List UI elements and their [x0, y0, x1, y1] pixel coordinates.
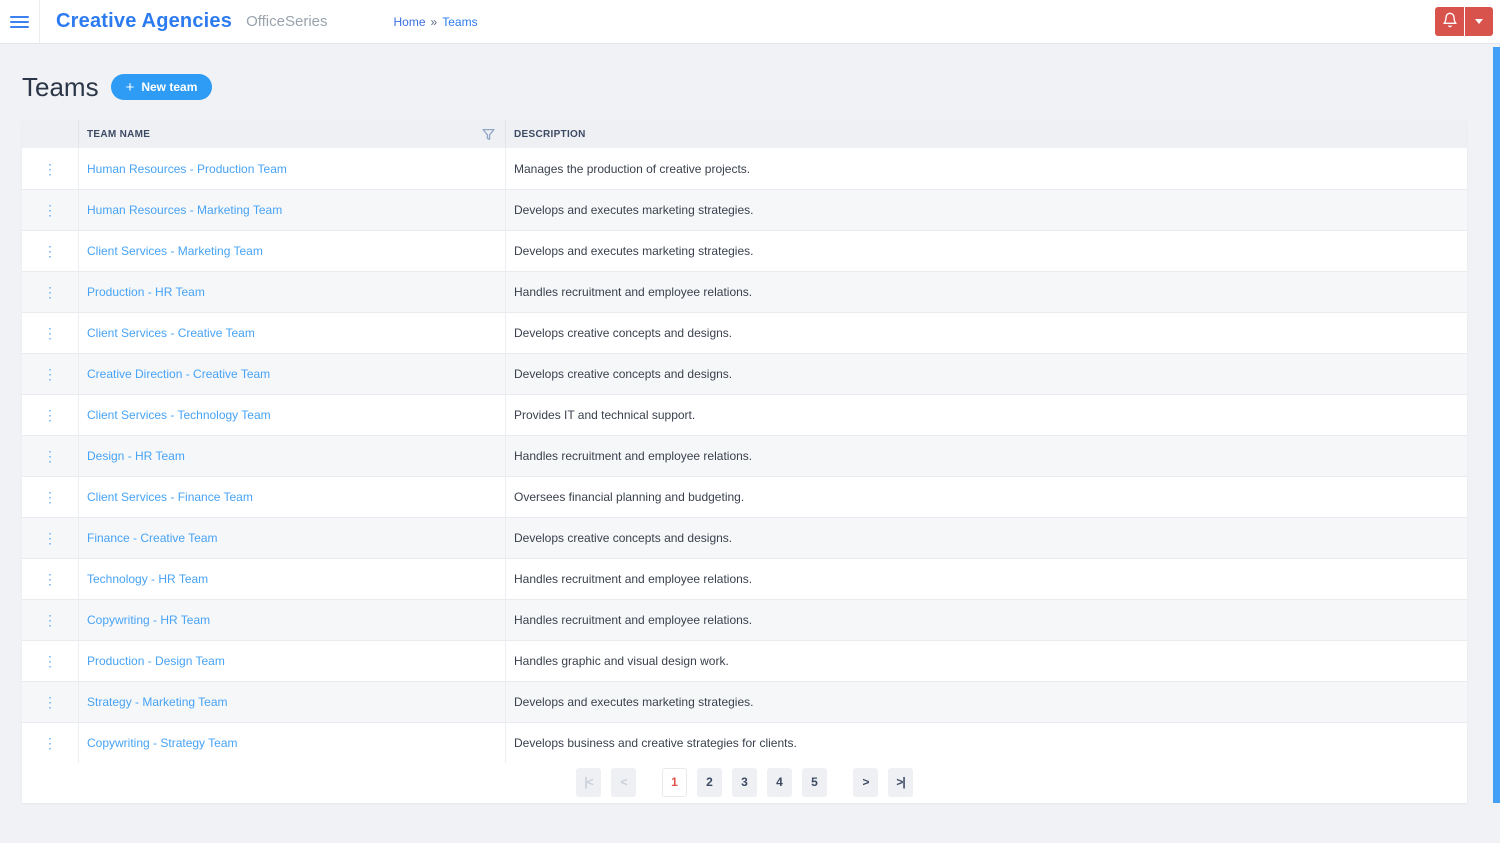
actions-column-header — [22, 120, 79, 148]
table-row[interactable]: ⋮ Human Resources - Production Team Mana… — [22, 148, 1467, 189]
table-row[interactable]: ⋮ Finance - Creative Team Develops creat… — [22, 517, 1467, 558]
team-description: Handles recruitment and employee relatio… — [514, 449, 753, 463]
row-kebab-menu-icon[interactable]: ⋮ — [35, 527, 65, 549]
product-name: OfficeSeries — [246, 13, 328, 30]
row-kebab-menu-icon[interactable]: ⋮ — [35, 281, 65, 303]
team-description: Develops creative concepts and designs. — [514, 367, 733, 381]
table-header-row: TEAM NAME DESCRIPTION — [22, 120, 1467, 148]
table-row[interactable]: ⋮ Copywriting - HR Team Handles recruitm… — [22, 599, 1467, 640]
scrollbar-thumb[interactable] — [1493, 47, 1500, 803]
team-name-link[interactable]: Design - HR Team — [87, 449, 185, 463]
team-description: Handles graphic and visual design work. — [514, 654, 729, 668]
row-kebab-menu-icon[interactable]: ⋮ — [35, 199, 65, 221]
notifications-button[interactable] — [1435, 7, 1464, 36]
team-description: Develops and executes marketing strategi… — [514, 244, 754, 258]
table-row[interactable]: ⋮ Client Services - Creative Team Develo… — [22, 312, 1467, 353]
pagination-prev-button[interactable]: < — [611, 767, 636, 797]
table-row[interactable]: ⋮ Production - HR Team Handles recruitme… — [22, 271, 1467, 312]
table-body: ⋮ Human Resources - Production Team Mana… — [22, 148, 1467, 763]
table-row[interactable]: ⋮ Creative Direction - Creative Team Dev… — [22, 353, 1467, 394]
table-row[interactable]: ⋮ Design - HR Team Handles recruitment a… — [22, 435, 1467, 476]
pagination-first-button[interactable]: |< — [576, 767, 601, 797]
bell-icon — [1442, 12, 1458, 31]
team-name-link[interactable]: Client Services - Marketing Team — [87, 244, 263, 258]
team-description: Develops business and creative strategie… — [514, 736, 797, 750]
pagination-page-button-5[interactable]: 5 — [802, 767, 827, 797]
row-kebab-menu-icon[interactable]: ⋮ — [35, 322, 65, 344]
team-description: Develops creative concepts and designs. — [514, 531, 733, 545]
chevron-down-icon — [1475, 19, 1483, 24]
team-name-link[interactable]: Strategy - Marketing Team — [87, 695, 228, 709]
scrollbar-track[interactable] — [1493, 45, 1500, 843]
pagination-next-button[interactable]: > — [853, 767, 878, 797]
row-kebab-menu-icon[interactable]: ⋮ — [35, 158, 65, 180]
team-description: Develops and executes marketing strategi… — [514, 203, 754, 217]
team-description: Manages the production of creative proje… — [514, 161, 751, 176]
filter-icon[interactable] — [482, 128, 495, 141]
row-kebab-menu-icon[interactable]: ⋮ — [35, 404, 65, 426]
team-name-column-header[interactable]: TEAM NAME — [79, 120, 506, 148]
pagination-last-button[interactable]: >| — [888, 767, 913, 797]
row-kebab-menu-icon[interactable]: ⋮ — [35, 568, 65, 590]
top-bar: Creative Agencies OfficeSeries Home » Te… — [0, 0, 1500, 44]
team-description: Handles recruitment and employee relatio… — [514, 285, 753, 299]
table-row[interactable]: ⋮ Strategy - Marketing Team Develops and… — [22, 681, 1467, 722]
team-name-link[interactable]: Client Services - Finance Team — [87, 490, 253, 504]
table-row[interactable]: ⋮ Client Services - Finance Team Oversee… — [22, 476, 1467, 517]
team-name-link[interactable]: Copywriting - HR Team — [87, 613, 210, 627]
row-kebab-menu-icon[interactable]: ⋮ — [35, 240, 65, 262]
pagination-page-button-4[interactable]: 4 — [767, 767, 792, 797]
team-description: Oversees financial planning and budgetin… — [514, 490, 745, 504]
table-row[interactable]: ⋮ Client Services - Marketing Team Devel… — [22, 230, 1467, 271]
team-name-link[interactable]: Client Services - Creative Team — [87, 326, 255, 340]
row-kebab-menu-icon[interactable]: ⋮ — [35, 650, 65, 672]
table-row[interactable]: ⋮ Copywriting - Strategy Team Develops b… — [22, 722, 1467, 763]
table-row[interactable]: ⋮ Production - Design Team Handles graph… — [22, 640, 1467, 681]
team-name-link[interactable]: Client Services - Technology Team — [87, 408, 271, 422]
table-row[interactable]: ⋮ Human Resources - Marketing Team Devel… — [22, 189, 1467, 230]
row-kebab-menu-icon[interactable]: ⋮ — [35, 609, 65, 631]
team-name-link[interactable]: Technology - HR Team — [87, 572, 208, 586]
pagination: |< < 12345 > >| — [22, 763, 1467, 803]
team-description: Handles recruitment and employee relatio… — [514, 572, 753, 586]
team-name-link[interactable]: Creative Direction - Creative Team — [87, 367, 270, 381]
pagination-page-button-1[interactable]: 1 — [662, 767, 687, 797]
team-name-link[interactable]: Human Resources - Marketing Team — [87, 203, 282, 217]
breadcrumb-separator: » — [430, 14, 438, 29]
row-kebab-menu-icon[interactable]: ⋮ — [35, 363, 65, 385]
pagination-page-button-3[interactable]: 3 — [732, 767, 757, 797]
team-description: Develops and executes marketing strategi… — [514, 695, 754, 709]
team-name-link[interactable]: Finance - Creative Team — [87, 531, 218, 545]
team-description: Provides IT and technical support. — [514, 408, 696, 422]
team-description: Develops creative concepts and designs. — [514, 326, 733, 340]
new-team-button[interactable]: + New team — [110, 74, 213, 100]
team-name-link[interactable]: Production - HR Team — [87, 285, 205, 299]
pagination-page-button-2[interactable]: 2 — [697, 767, 722, 797]
row-kebab-menu-icon[interactable]: ⋮ — [35, 486, 65, 508]
description-column-header[interactable]: DESCRIPTION — [506, 120, 1467, 148]
brand-title: Creative Agencies — [56, 10, 233, 32]
breadcrumb-home-link[interactable]: Home — [394, 15, 426, 29]
team-name-link[interactable]: Production - Design Team — [87, 654, 225, 668]
new-team-button-label: New team — [141, 80, 198, 94]
row-kebab-menu-icon[interactable]: ⋮ — [35, 445, 65, 467]
table-row[interactable]: ⋮ Client Services - Technology Team Prov… — [22, 394, 1467, 435]
page-title: Teams — [22, 71, 99, 102]
row-kebab-menu-icon[interactable]: ⋮ — [35, 691, 65, 713]
team-name-link[interactable]: Copywriting - Strategy Team — [87, 736, 238, 750]
breadcrumb: Home » Teams — [394, 15, 478, 29]
teams-table-card: TEAM NAME DESCRIPTION ⋮ Human Resources … — [22, 120, 1467, 803]
main-content: Teams + New team TEAM NAME DESCRIPTION ⋮… — [0, 71, 1500, 803]
breadcrumb-current[interactable]: Teams — [442, 15, 477, 29]
menu-hamburger-icon[interactable] — [0, 0, 40, 43]
team-name-link[interactable]: Human Resources - Production Team — [87, 162, 287, 176]
account-dropdown-button[interactable] — [1465, 7, 1493, 36]
row-kebab-menu-icon[interactable]: ⋮ — [35, 732, 65, 754]
team-description: Handles recruitment and employee relatio… — [514, 613, 753, 627]
plus-icon: + — [125, 78, 135, 96]
table-row[interactable]: ⋮ Technology - HR Team Handles recruitme… — [22, 558, 1467, 599]
